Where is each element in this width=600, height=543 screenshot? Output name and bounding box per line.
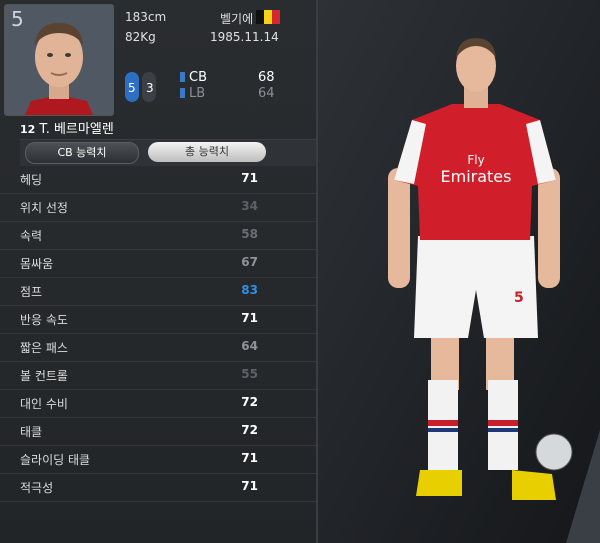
- stat-label: 태클: [20, 425, 43, 439]
- stat-row: 반응 속도 71: [0, 306, 316, 334]
- stat-value: 55: [241, 367, 258, 381]
- player-name: 12 T. 베르마엘렌: [20, 118, 114, 137]
- stat-label: 짧은 패스: [20, 341, 68, 355]
- stat-row: 헤딩 71: [0, 166, 316, 194]
- stat-row: 위치 선정 34: [0, 194, 316, 222]
- stat-value: 34: [241, 199, 258, 213]
- stat-row: 대인 수비 72: [0, 390, 316, 418]
- stat-label: 몸싸움: [20, 257, 54, 271]
- stat-row: 속력 58: [0, 222, 316, 250]
- stat-label: 반응 속도: [20, 313, 68, 327]
- shorts-number: 5: [514, 290, 524, 306]
- foot-rating: 5 3: [122, 70, 162, 104]
- left-foot-value: 5: [128, 81, 136, 95]
- shirt-number: 12: [20, 123, 36, 136]
- player-name-text: T. 베르마엘렌: [39, 122, 114, 137]
- stat-label: 점프: [20, 285, 43, 299]
- player-3d-model: 5 Fly Emirates: [316, 0, 600, 543]
- stat-value: 64: [241, 339, 258, 353]
- stat-value: 58: [241, 227, 258, 241]
- stat-label: 대인 수비: [20, 397, 68, 411]
- stat-value: 72: [241, 423, 258, 437]
- stat-value: 83: [241, 283, 258, 297]
- tab-cb-ability[interactable]: CB 능력치: [25, 142, 139, 164]
- stat-value: 71: [241, 451, 258, 465]
- player-info-panel: 5 183cm 82Kg 벨기에 1985.11.14 5 3 CB 68 LB…: [0, 0, 316, 543]
- stat-label: 적극성: [20, 481, 54, 495]
- stat-row: 짧은 패스 64: [0, 334, 316, 362]
- position-marker-icon: [180, 72, 185, 82]
- stat-row: 태클 72: [0, 418, 316, 446]
- position-marker-icon: [180, 88, 185, 98]
- squad-number: 5: [11, 7, 24, 31]
- stat-value: 71: [241, 311, 258, 325]
- stat-value: 71: [241, 171, 258, 185]
- position-lb: LB 64: [180, 86, 275, 101]
- position-code: LB: [189, 86, 206, 101]
- player-model-panel: 5 Fly Emirates: [316, 0, 600, 543]
- stat-label: 볼 컨트롤: [20, 369, 68, 383]
- belgium-flag-icon: [256, 10, 280, 24]
- stat-row: 몸싸움 67: [0, 250, 316, 278]
- player-portrait: 5: [4, 4, 114, 116]
- position-rating: 68: [258, 70, 275, 85]
- ability-tabs: CB 능력치 총 능력치: [20, 139, 316, 166]
- stat-row: 볼 컨트롤 55: [0, 362, 316, 390]
- sponsor-line1: Fly: [467, 153, 484, 167]
- position-code: CB: [189, 70, 207, 85]
- right-foot-value: 3: [146, 81, 154, 95]
- divider: [316, 0, 318, 543]
- sponsor-line2: Emirates: [441, 167, 512, 186]
- stat-value: 67: [241, 255, 258, 269]
- tab-total-ability[interactable]: 총 능력치: [148, 142, 266, 162]
- stat-label: 속력: [20, 229, 43, 243]
- nationality-label: 벨기에: [220, 12, 254, 26]
- stat-row: 점프 83: [0, 278, 316, 306]
- position-rating: 64: [258, 86, 275, 101]
- stat-value: 72: [241, 395, 258, 409]
- stat-row: 적극성 71: [0, 474, 316, 502]
- stat-label: 슬라이딩 태클: [20, 453, 91, 467]
- stat-label: 헤딩: [20, 173, 43, 187]
- position-cb: CB 68: [180, 70, 275, 85]
- birthdate-value: 1985.11.14: [210, 30, 279, 44]
- stat-value: 71: [241, 479, 258, 493]
- weight-value: 82Kg: [125, 30, 156, 44]
- height-value: 183cm: [125, 10, 167, 24]
- stat-row: 슬라이딩 태클 71: [0, 446, 316, 474]
- stat-label: 위치 선정: [20, 201, 68, 215]
